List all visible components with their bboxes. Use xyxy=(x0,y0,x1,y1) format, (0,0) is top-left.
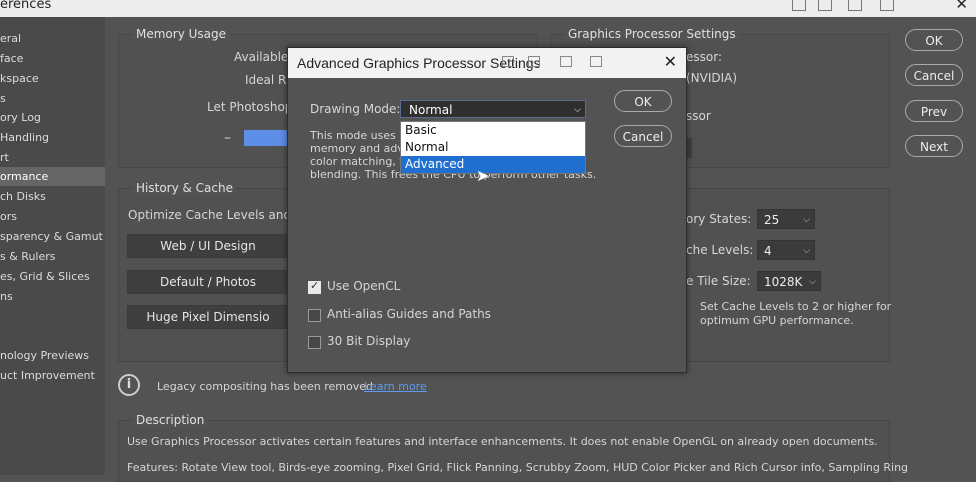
mode-description-line2: memory and adva xyxy=(310,142,411,155)
use-graphics-processor-label: ssor xyxy=(686,109,711,123)
chevron-down-icon: ⌵ xyxy=(574,105,581,115)
optimize-cache-label: Optimize Cache Levels and T xyxy=(128,208,303,222)
sidebar-item-general[interactable]: eral xyxy=(0,29,105,48)
web-ui-design-button[interactable]: Web / UI Design xyxy=(127,234,289,258)
mode-description-line1: This mode uses a xyxy=(310,129,407,142)
window-tool-icon[interactable] xyxy=(792,0,806,11)
mouse-cursor-icon: ➤ xyxy=(476,166,490,185)
let-photoshop-label: Let Photoshop xyxy=(207,100,293,114)
dialog-cancel-button[interactable]: Cancel xyxy=(614,125,672,147)
chevron-down-icon: ⌵ xyxy=(809,277,816,287)
cache-levels-select[interactable]: 4 ⌵ xyxy=(757,240,815,260)
window-tool-icon xyxy=(528,56,540,67)
sidebar-item-history-log[interactable]: ory Log xyxy=(0,108,105,127)
antialias-label: Anti-alias Guides and Paths xyxy=(327,307,491,321)
window-tool-icon xyxy=(560,56,572,67)
history-states-select[interactable]: 25 ⌵ xyxy=(757,209,815,229)
sidebar-item-tools[interactable]: s xyxy=(0,89,105,108)
description-title: Description xyxy=(132,413,209,427)
sidebar-item-plugins[interactable]: ns xyxy=(0,287,105,306)
history-states-label: ory States: xyxy=(686,212,752,226)
window-tool-icon[interactable] xyxy=(880,0,894,11)
prev-button[interactable]: Prev xyxy=(905,100,963,122)
dialog-titlebar: Advanced Graphics Processor Settings ✕ xyxy=(288,48,686,78)
cache-tile-size-value: 1028K xyxy=(764,275,803,289)
description-line2: Features: Rotate View tool, Birds-eye zo… xyxy=(127,461,909,474)
chevron-down-icon: ⌵ xyxy=(803,246,810,256)
window-tool-icon[interactable] xyxy=(818,0,832,11)
sidebar-item-product-improvement[interactable]: uct Improvement xyxy=(0,366,105,385)
window-titlebar: erences ✕ xyxy=(0,0,976,17)
cache-hint-line1: Set Cache Levels to 2 or higher for xyxy=(700,300,892,313)
available-ram-label: Available xyxy=(234,50,289,64)
use-opencl-label: Use OpenCL xyxy=(327,279,401,293)
drawing-mode-dropdown-list: Basic Normal Advanced xyxy=(400,121,586,174)
sidebar-item-export[interactable]: rt xyxy=(0,148,105,167)
cache-levels-label: che Levels: xyxy=(686,243,754,257)
sidebar-item-guides-grid-slices[interactable]: es, Grid & Slices xyxy=(0,267,105,286)
memory-usage-input[interactable] xyxy=(244,130,288,146)
close-icon[interactable]: ✕ xyxy=(664,52,677,71)
advanced-gpu-settings-dialog: Advanced Graphics Processor Settings ✕ D… xyxy=(287,47,687,373)
chevron-down-icon: ⌵ xyxy=(803,215,810,225)
drawing-mode-option-normal[interactable]: Normal xyxy=(401,139,585,156)
sidebar-item-file-handling[interactable]: Handling xyxy=(0,128,105,147)
sidebar-item-workspace[interactable]: kspace xyxy=(0,69,105,88)
learn-more-link[interactable]: Learn more xyxy=(364,380,427,393)
30bit-display-label: 30 Bit Display xyxy=(327,334,411,348)
mode-description-line3: color matching, to xyxy=(310,155,411,168)
memory-usage-title: Memory Usage xyxy=(132,27,231,41)
sidebar-item-interface[interactable]: face xyxy=(0,49,105,68)
gpu-name-text: (NVIDIA) xyxy=(686,71,738,85)
cache-tile-size-label: e Tile Size: xyxy=(686,274,751,288)
window-tool-icon xyxy=(502,56,514,67)
ok-button[interactable]: OK xyxy=(905,29,963,51)
memory-decrease-icon[interactable]: – xyxy=(224,130,231,146)
sidebar-item-transparency-gamut[interactable]: sparency & Gamut xyxy=(0,227,105,246)
sidebar-item-units-rulers[interactable]: s & Rulers xyxy=(0,247,105,266)
preferences-sidebar: eral face kspace s ory Log Handling rt o… xyxy=(0,17,105,475)
sidebar-item-scratch-disks[interactable]: ch Disks xyxy=(0,187,105,206)
legacy-compositing-text: Legacy compositing has been removed xyxy=(157,380,373,393)
drawing-mode-option-advanced[interactable]: Advanced xyxy=(401,156,585,173)
close-icon[interactable]: ✕ xyxy=(955,0,968,13)
sidebar-item-technology-previews[interactable]: nology Previews xyxy=(0,346,105,365)
info-icon: i xyxy=(118,374,140,396)
cache-hint-line2: optimum GPU performance. xyxy=(700,314,854,327)
drawing-mode-label: Drawing Mode: xyxy=(310,102,401,116)
graphics-processor-title: Graphics Processor Settings xyxy=(564,27,740,41)
dialog-ok-button[interactable]: OK xyxy=(614,90,672,112)
huge-pixel-dimensions-button[interactable]: Huge Pixel Dimensio xyxy=(127,305,289,329)
history-states-value: 25 xyxy=(764,213,780,227)
window-tool-icon[interactable] xyxy=(848,0,862,11)
history-cache-title: History & Cache xyxy=(132,181,237,195)
sidebar-item-performance[interactable]: ormance xyxy=(0,167,105,186)
use-opencl-checkbox[interactable] xyxy=(308,279,321,294)
next-button[interactable]: Next xyxy=(905,135,963,157)
cancel-button[interactable]: Cancel xyxy=(905,64,963,86)
drawing-mode-value: Normal xyxy=(409,103,453,117)
detected-processor-label: essor: xyxy=(686,50,722,64)
drawing-mode-option-basic[interactable]: Basic xyxy=(401,122,585,139)
window-tool-icon xyxy=(590,56,602,67)
sidebar-item-cursors[interactable]: ors xyxy=(0,207,105,226)
drawing-mode-select[interactable]: Normal ⌵ xyxy=(400,100,586,118)
description-line1: Use Graphics Processor activates certain… xyxy=(127,435,878,448)
default-photos-button[interactable]: Default / Photos xyxy=(127,270,289,294)
window-title: erences xyxy=(0,0,52,12)
antialias-checkbox[interactable] xyxy=(308,309,321,322)
30bit-display-checkbox[interactable] xyxy=(308,336,321,349)
cache-tile-size-select[interactable]: 1028K ⌵ xyxy=(757,271,821,291)
cache-levels-value: 4 xyxy=(764,244,772,258)
